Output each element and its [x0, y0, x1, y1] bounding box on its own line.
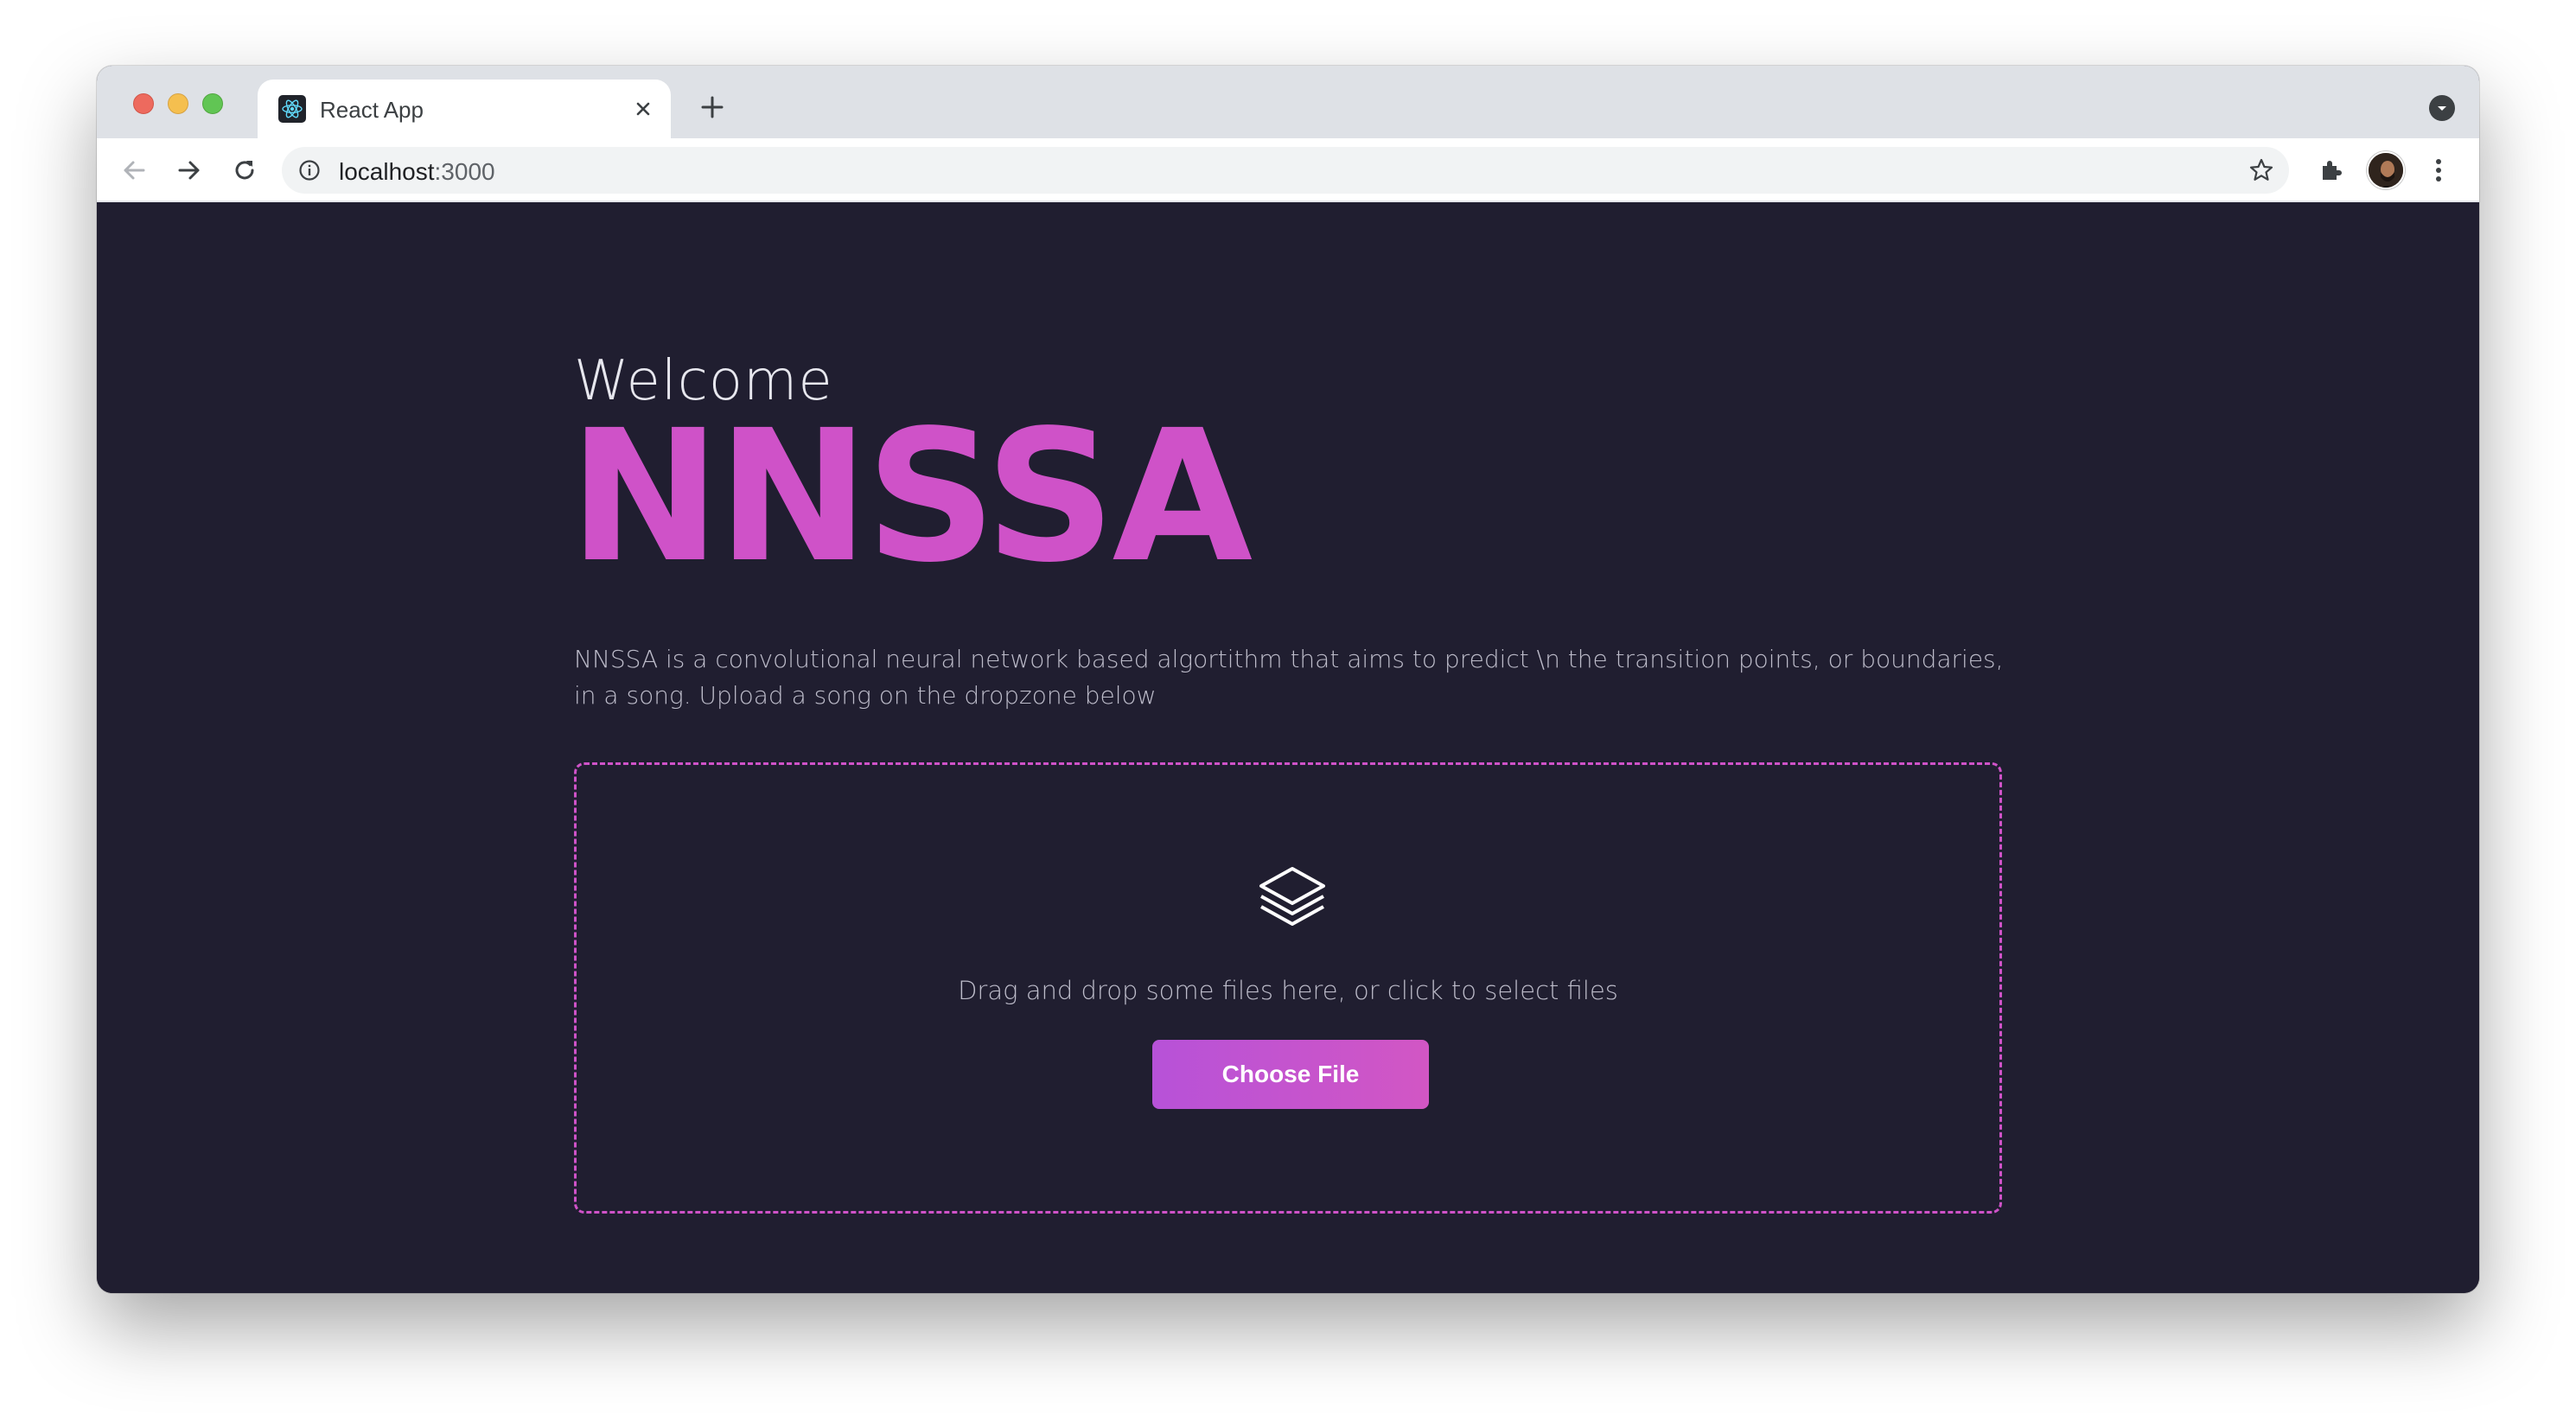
browser-window: React App localhost:3000 Welcome NNSSA N… — [97, 66, 2479, 1293]
site-info-icon[interactable] — [297, 158, 322, 182]
window-maximize-button[interactable] — [202, 93, 223, 114]
tab-react-app[interactable]: React App — [258, 80, 671, 138]
tab-title: React App — [320, 97, 424, 123]
app-page: Welcome NNSSA NNSSA is a convolutional n… — [97, 202, 2479, 1293]
url-port: :3000 — [434, 158, 495, 185]
window-minimize-button[interactable] — [168, 93, 188, 114]
address-bar[interactable]: localhost:3000 — [282, 147, 2289, 194]
new-tab-plus-icon[interactable] — [693, 88, 731, 126]
url-host: localhost — [339, 158, 435, 185]
dropzone-prompt: Drag and drop some files here, or click … — [958, 976, 1618, 1005]
app-description: NNSSA is a convolutional neural network … — [574, 645, 2004, 710]
forward-arrow-icon[interactable] — [171, 152, 207, 188]
extensions-puzzle-icon[interactable] — [2315, 154, 2348, 187]
layers-icon — [1259, 867, 1325, 926]
browser-menu-icon[interactable] — [2422, 154, 2455, 187]
tab-strip: React App — [97, 66, 2479, 138]
brand-title: NNSSA — [569, 391, 1253, 602]
choose-file-button[interactable]: Choose File — [1152, 1040, 1429, 1109]
reload-icon[interactable] — [226, 152, 263, 188]
file-dropzone[interactable]: Drag and drop some files here, or click … — [574, 762, 2002, 1214]
react-favicon-icon — [278, 95, 306, 123]
browser-toolbar: localhost:3000 — [97, 138, 2479, 202]
back-arrow-icon[interactable] — [116, 152, 152, 188]
window-close-button[interactable] — [133, 93, 154, 114]
url-text: localhost:3000 — [339, 158, 495, 186]
tab-close-icon[interactable] — [629, 95, 657, 123]
tab-search-dropdown-icon[interactable] — [2429, 95, 2455, 121]
bookmark-star-icon[interactable] — [2248, 156, 2275, 184]
profile-avatar[interactable] — [2367, 151, 2405, 189]
